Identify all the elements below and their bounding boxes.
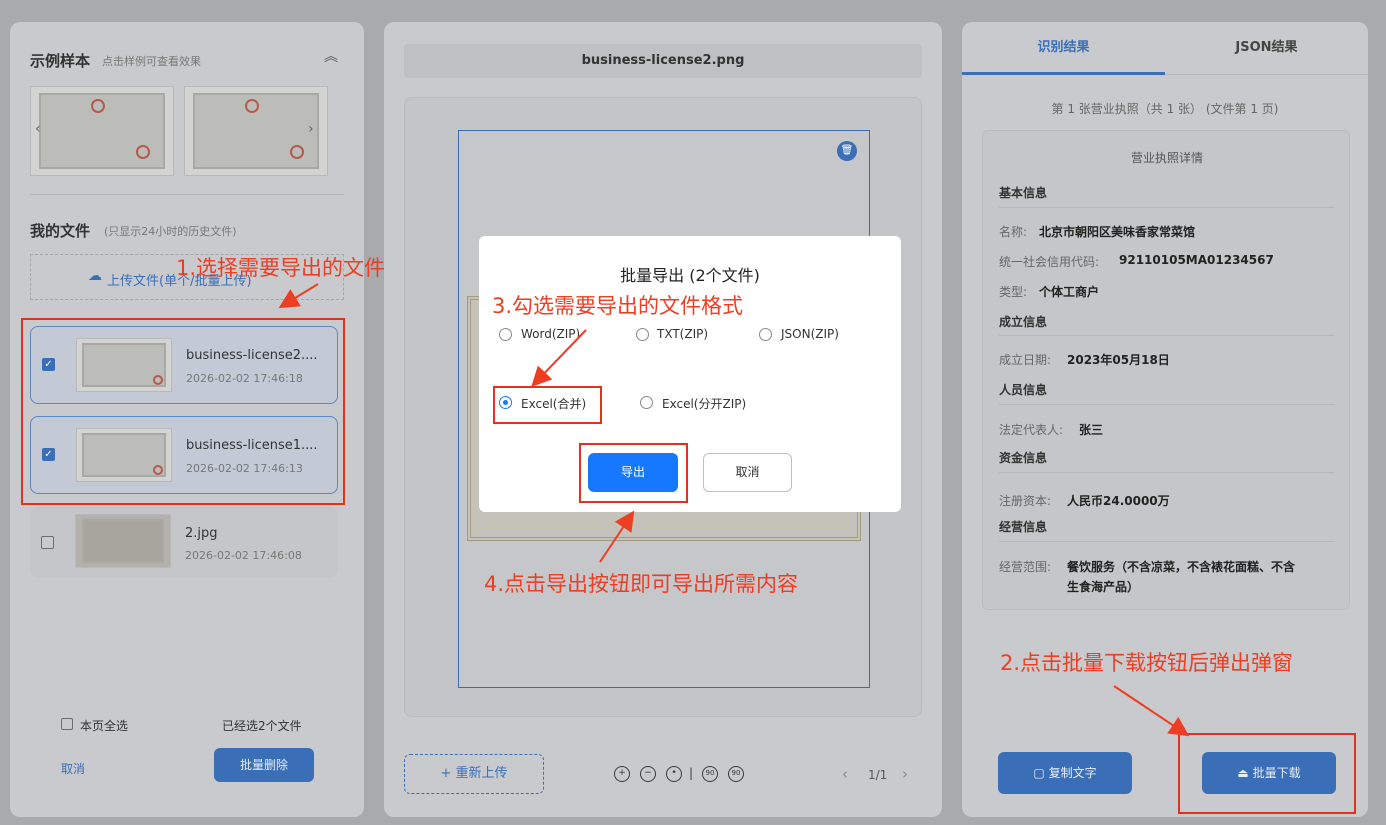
annotation-arrows — [278, 283, 1190, 737]
arrow-step3 — [531, 329, 587, 387]
arrow-step4 — [599, 510, 635, 563]
arrow-step2 — [1113, 685, 1190, 737]
arrow-step1 — [278, 283, 319, 309]
